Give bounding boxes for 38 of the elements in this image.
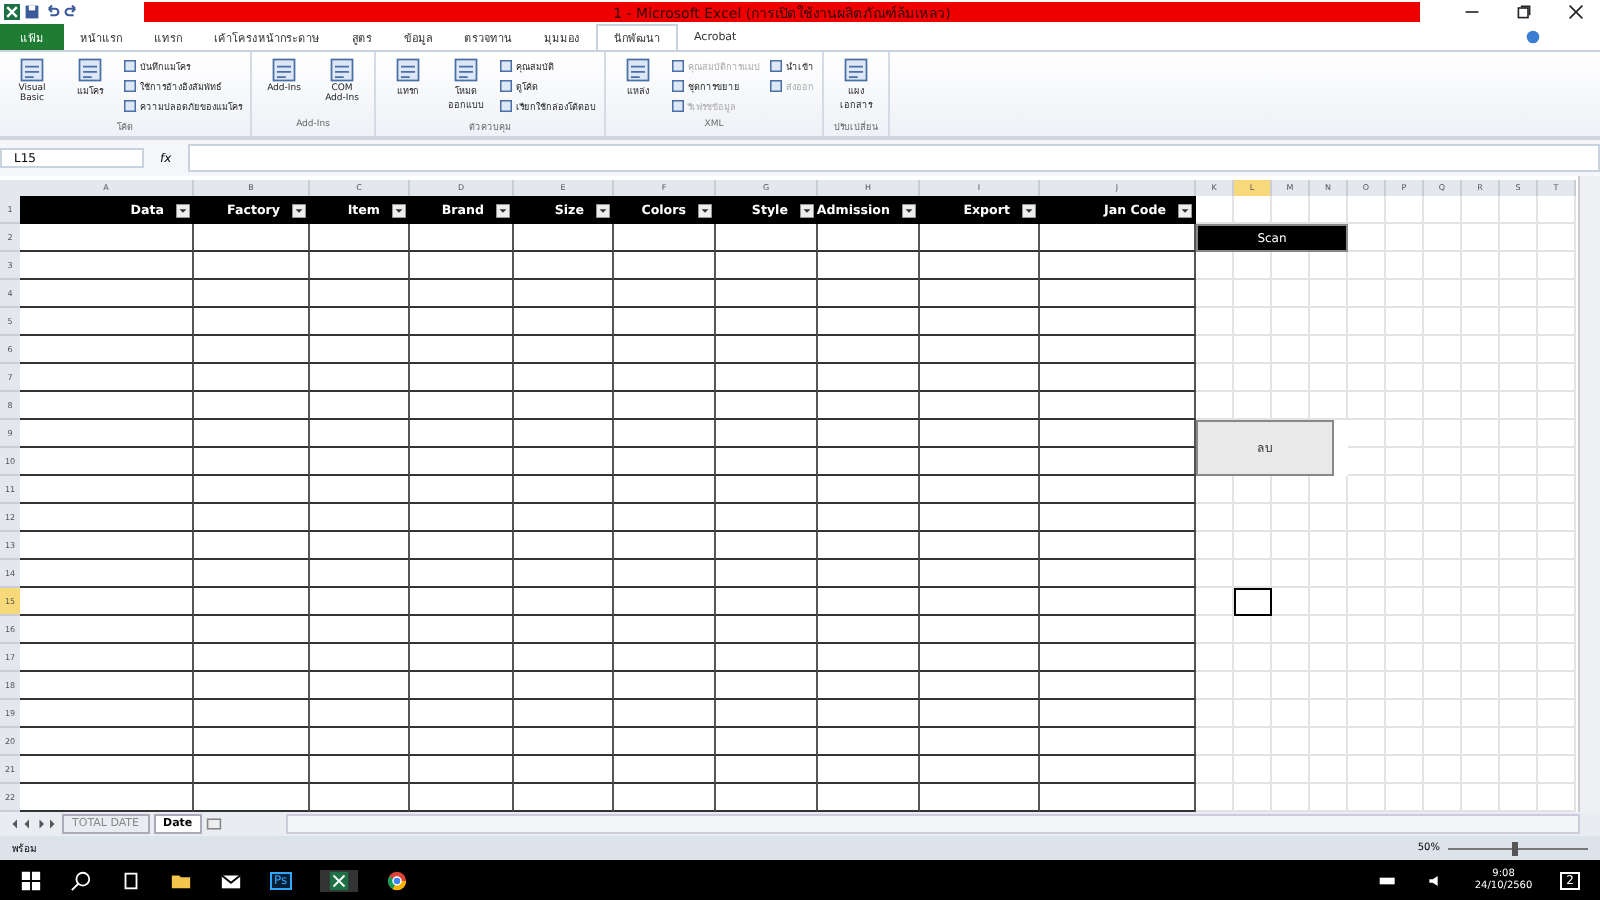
redo-icon[interactable] <box>64 4 80 20</box>
filter-dropdown-icon[interactable] <box>1178 203 1192 217</box>
filter-dropdown-icon[interactable] <box>698 203 712 217</box>
formula-field[interactable] <box>187 144 1600 172</box>
help-icon[interactable] <box>1526 30 1540 44</box>
filter-dropdown-icon[interactable] <box>1022 203 1036 217</box>
document-icon <box>328 56 356 84</box>
slider-thumb[interactable] <box>1511 841 1517 855</box>
browser-icon[interactable] <box>385 869 408 891</box>
battery-icon[interactable] <box>1378 873 1399 887</box>
filter-dropdown-icon[interactable] <box>292 203 306 217</box>
task-view-icon[interactable] <box>120 869 142 891</box>
restore-icon[interactable] <box>1516 4 1532 20</box>
close-icon[interactable] <box>1568 4 1584 20</box>
new-sheet-icon[interactable] <box>206 816 223 832</box>
document-icon <box>624 56 652 84</box>
vertical-scrollbar[interactable] <box>1578 176 1600 812</box>
document-icon <box>76 56 104 84</box>
excel-icon[interactable] <box>4 4 20 20</box>
document-icon <box>394 56 422 84</box>
spreadsheet-icon[interactable] <box>319 869 358 891</box>
document-icon <box>18 56 46 84</box>
filter-dropdown-icon[interactable] <box>392 203 406 217</box>
document-icon <box>842 56 870 84</box>
filter-dropdown-icon[interactable] <box>176 203 190 217</box>
horizontal-scrollbar[interactable] <box>286 814 1580 834</box>
search-icon[interactable] <box>70 869 92 891</box>
selected-cell[interactable] <box>1234 588 1272 616</box>
windows-start-icon[interactable] <box>20 869 42 891</box>
document-icon <box>452 56 480 84</box>
document-icon <box>270 56 298 84</box>
filter-dropdown-icon[interactable] <box>496 203 510 217</box>
mail-icon[interactable] <box>220 869 242 891</box>
filter-dropdown-icon[interactable] <box>596 203 610 217</box>
undo-icon[interactable] <box>44 4 60 20</box>
filter-dropdown-icon[interactable] <box>800 203 814 217</box>
filter-dropdown-icon[interactable] <box>902 203 916 217</box>
save-icon[interactable] <box>24 4 40 20</box>
